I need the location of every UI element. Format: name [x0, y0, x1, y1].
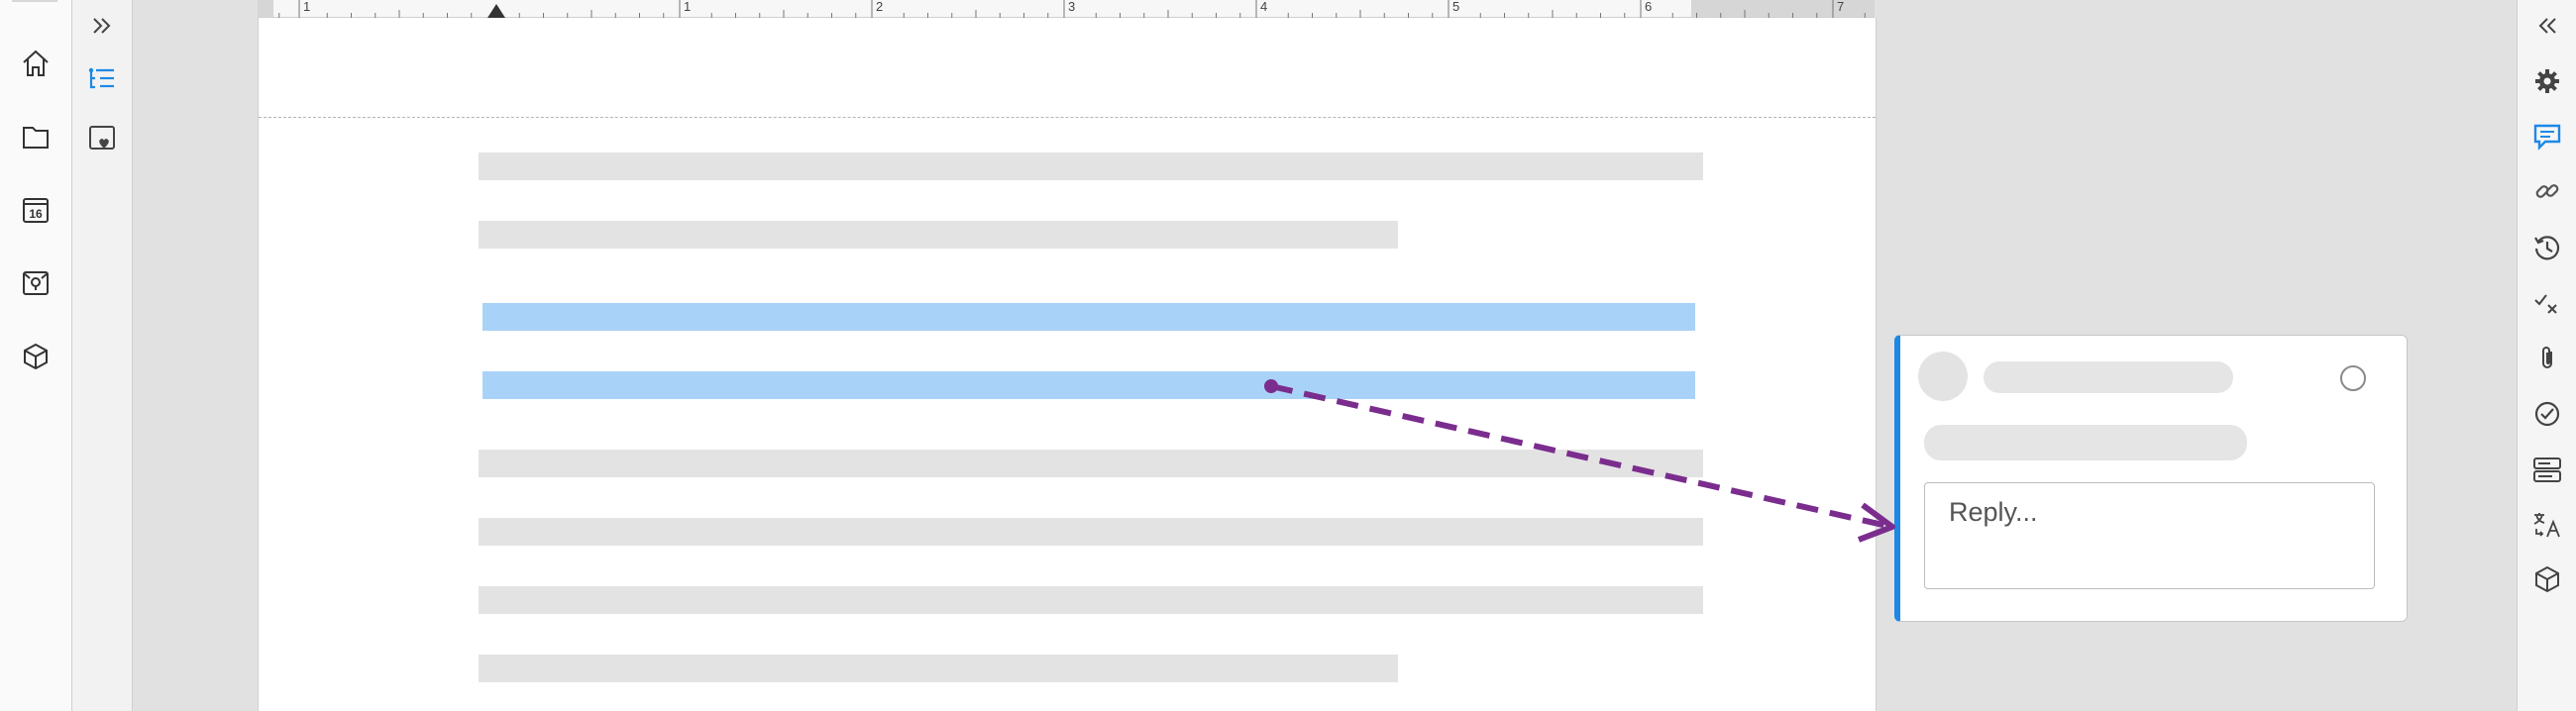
home-icon[interactable]	[18, 46, 54, 81]
comment-card[interactable]: Reply...	[1894, 335, 2408, 622]
text-line	[479, 518, 1703, 546]
calendar-icon[interactable]: 16	[18, 192, 54, 228]
favorites-icon[interactable]	[84, 121, 120, 156]
ruler-label: 7	[1837, 0, 1844, 14]
history-icon[interactable]	[2529, 230, 2565, 265]
ruler-label: 1	[303, 0, 310, 14]
text-line	[479, 450, 1703, 477]
text-line	[479, 221, 1398, 249]
ruler-label: 2	[876, 0, 883, 14]
calendar-day: 16	[29, 207, 43, 221]
ruler-label: 4	[1260, 0, 1267, 14]
expand-icon[interactable]	[84, 8, 120, 44]
link-icon[interactable]	[2529, 173, 2565, 209]
document-page[interactable]	[258, 18, 1877, 711]
app-sidebar: 16	[0, 0, 72, 711]
comments-icon[interactable]	[2529, 119, 2565, 154]
ruler-label: 3	[1068, 0, 1075, 14]
ruler-label: 5	[1452, 0, 1459, 14]
text-line	[479, 152, 1703, 180]
package-icon[interactable]	[18, 339, 54, 374]
text-line	[479, 586, 1703, 614]
forms-icon[interactable]	[2529, 452, 2565, 487]
outline-icon[interactable]	[84, 61, 120, 97]
selected-text-line	[483, 303, 1695, 331]
right-sidebar	[2517, 0, 2576, 711]
reply-placeholder: Reply...	[1949, 497, 2038, 527]
settings-icon[interactable]	[2529, 63, 2565, 99]
ruler[interactable]: 1 1 2 3 4 5 6 7	[258, 0, 1875, 18]
resolve-button[interactable]	[2340, 365, 2366, 391]
attachment-icon[interactable]	[2529, 341, 2565, 376]
ruler-label: 1	[684, 0, 691, 14]
comment-text-placeholder	[1924, 425, 2247, 460]
avatar	[1918, 352, 1968, 401]
text-line	[479, 655, 1398, 682]
ruler-label: 6	[1645, 0, 1652, 14]
secondary-toolbar	[72, 0, 133, 711]
header-separator	[259, 117, 1876, 118]
extensions-icon[interactable]	[2529, 561, 2565, 597]
collapse-icon[interactable]	[2529, 8, 2565, 44]
sticky-notes-icon[interactable]	[18, 265, 54, 301]
track-changes-icon[interactable]	[2529, 285, 2565, 321]
translate-icon[interactable]	[2529, 507, 2565, 543]
selected-text-line	[483, 371, 1695, 399]
sidebar-top-divider	[12, 0, 57, 2]
reply-input[interactable]: Reply...	[1924, 482, 2375, 589]
folder-icon[interactable]	[18, 119, 54, 154]
author-name-placeholder	[1984, 361, 2233, 393]
check-icon[interactable]	[2529, 396, 2565, 432]
